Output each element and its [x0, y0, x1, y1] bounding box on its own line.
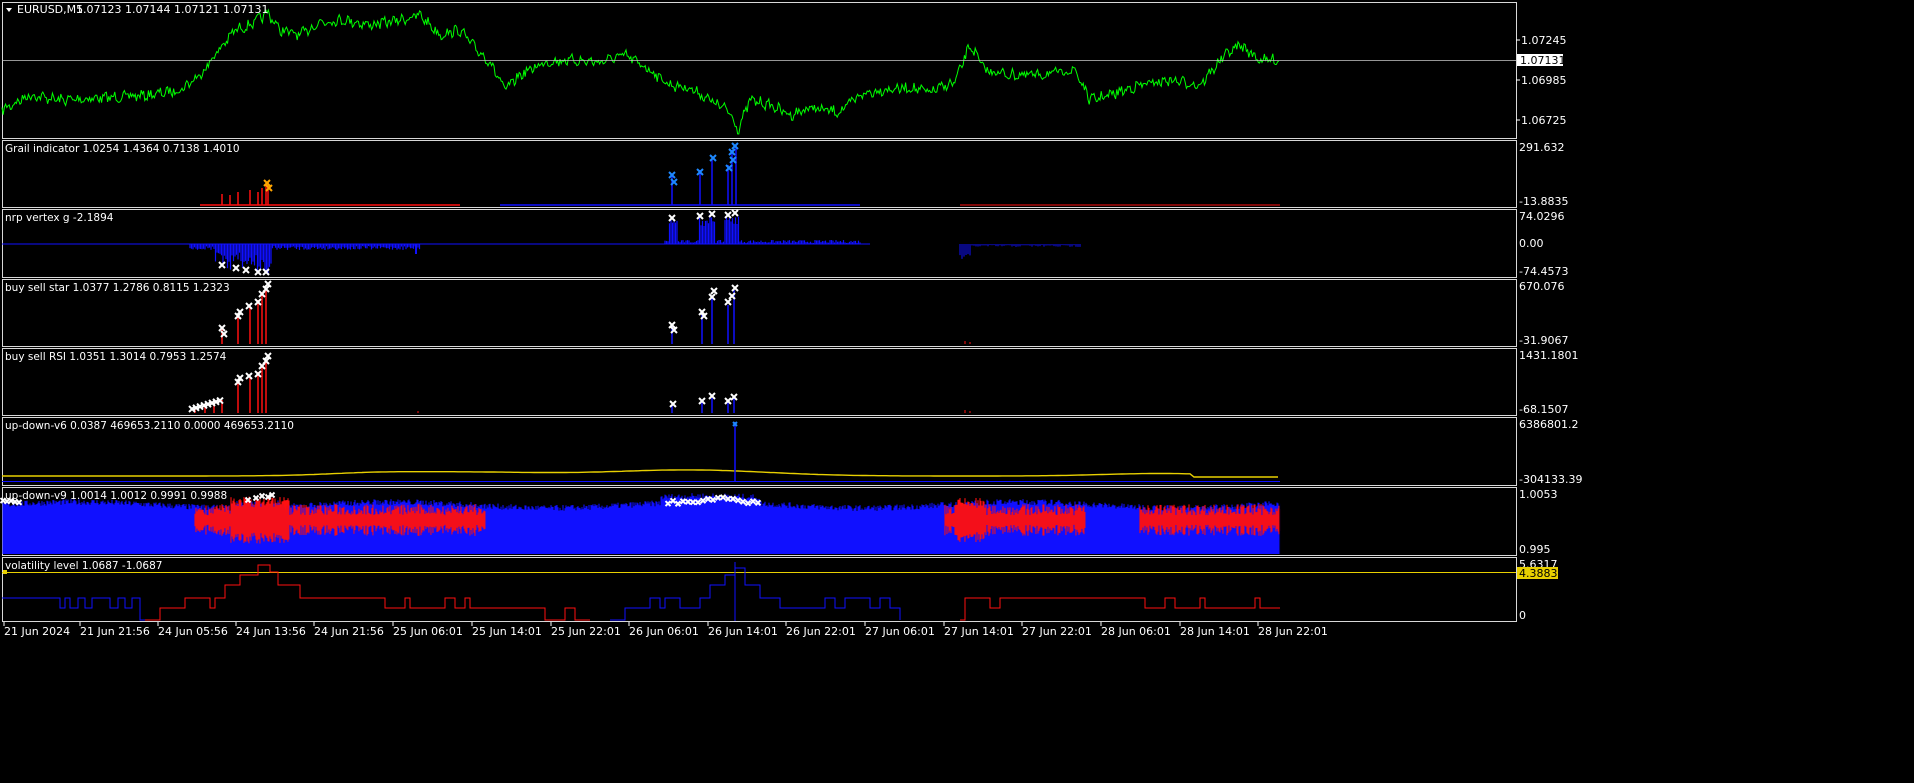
scale-zero-nrp: 0.00	[1519, 237, 1544, 250]
scale-bottom-v9: 0.995	[1519, 543, 1551, 556]
price-scale-label: 1.06725	[1521, 114, 1567, 127]
time-axis-label: 25 Jun 22:01	[551, 625, 621, 638]
scale-bottom-v6: -304133.39	[1519, 473, 1582, 486]
scale-top-rsi: 1431.1801	[1519, 349, 1579, 362]
time-axis-label: 28 Jun 22:01	[1258, 625, 1328, 638]
chart-background	[0, 0, 1914, 783]
time-axis-label: 24 Jun 13:56	[236, 625, 306, 638]
time-axis-label: 27 Jun 06:01	[865, 625, 935, 638]
scale-bottom-nrp: -74.4573	[1519, 265, 1568, 278]
signal-marker	[732, 421, 738, 427]
scale-top-v6: 6386801.2	[1519, 418, 1579, 431]
scale-zero-vol: 0	[1519, 609, 1526, 622]
time-axis-label: 28 Jun 06:01	[1101, 625, 1171, 638]
scale-top-grail: 291.632	[1519, 141, 1565, 154]
time-axis-label: 24 Jun 05:56	[158, 625, 228, 638]
scale-bottom-rsi: -68.1507	[1519, 403, 1568, 416]
scale-bottom-grail: -13.8835	[1519, 195, 1568, 208]
indicator-label-v6: up-down-v6 0.0387 469653.2110 0.0000 469…	[5, 420, 294, 432]
time-axis-label: 24 Jun 21:56	[314, 625, 384, 638]
volatility-level-value: 4.3883	[1519, 567, 1558, 580]
indicator-label-nrp: nrp vertex g -2.1894	[5, 212, 114, 224]
current-price-value: 1.07131	[1520, 54, 1566, 67]
indicator-label-vol: volatility level 1.0687 -1.0687	[5, 560, 162, 572]
price-scale-label: 1.06985	[1521, 74, 1567, 87]
time-axis-label: 25 Jun 06:01	[393, 625, 463, 638]
indicator-label-grail: Grail indicator 1.0254 1.4364 0.7138 1.4…	[5, 143, 240, 155]
trading-chart[interactable]: EURUSD,M51.07123 1.07144 1.07121 1.07131…	[0, 0, 1914, 783]
time-axis[interactable]: 21 Jun 2024 21 Jun 21:56 24 Jun 05:56 24 Ju…	[3, 622, 1328, 638]
time-axis-label: 21 Jun 2024	[4, 625, 70, 638]
time-axis-label: 26 Jun 06:01	[629, 625, 699, 638]
time-axis-label: 28 Jun 14:01	[1180, 625, 1250, 638]
indicator-label-bss: buy sell star 1.0377 1.2786 0.8115 1.232…	[5, 282, 230, 294]
indicator-label-rsi: buy sell RSI 1.0351 1.3014 0.7953 1.2574	[5, 351, 227, 363]
scale-top-bss: 670.076	[1519, 280, 1565, 293]
time-axis-label: 26 Jun 14:01	[708, 625, 778, 638]
indicator-label-v9: up-down-v9 1.0014 1.0012 0.9991 0.9988	[5, 490, 227, 502]
time-axis-label: 25 Jun 14:01	[472, 625, 542, 638]
price-scale-label: 1.07245	[1521, 34, 1567, 47]
time-axis-label: 27 Jun 22:01	[1022, 625, 1092, 638]
symbol-name: EURUSD,M5	[17, 3, 83, 16]
scale-top-v9: 1.0053	[1519, 488, 1558, 501]
time-axis-label: 26 Jun 22:01	[786, 625, 856, 638]
scale-top-nrp: 74.0296	[1519, 210, 1565, 223]
ohlc-values: 1.07123 1.07144 1.07121 1.07131	[76, 3, 268, 16]
time-axis-label: 21 Jun 21:56	[80, 625, 150, 638]
time-axis-label: 27 Jun 14:01	[944, 625, 1014, 638]
scale-bottom-bss: -31.9067	[1519, 334, 1568, 347]
